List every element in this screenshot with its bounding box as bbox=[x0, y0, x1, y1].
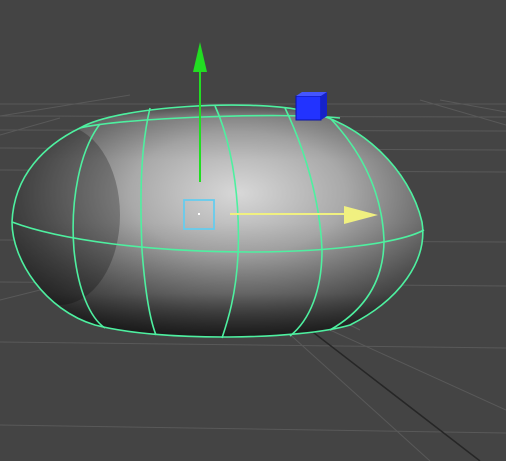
viewport-canvas[interactable] bbox=[0, 0, 506, 461]
3d-viewport[interactable] bbox=[0, 0, 506, 461]
pivot-point bbox=[198, 213, 200, 215]
z-handle-icon[interactable] bbox=[295, 92, 327, 121]
